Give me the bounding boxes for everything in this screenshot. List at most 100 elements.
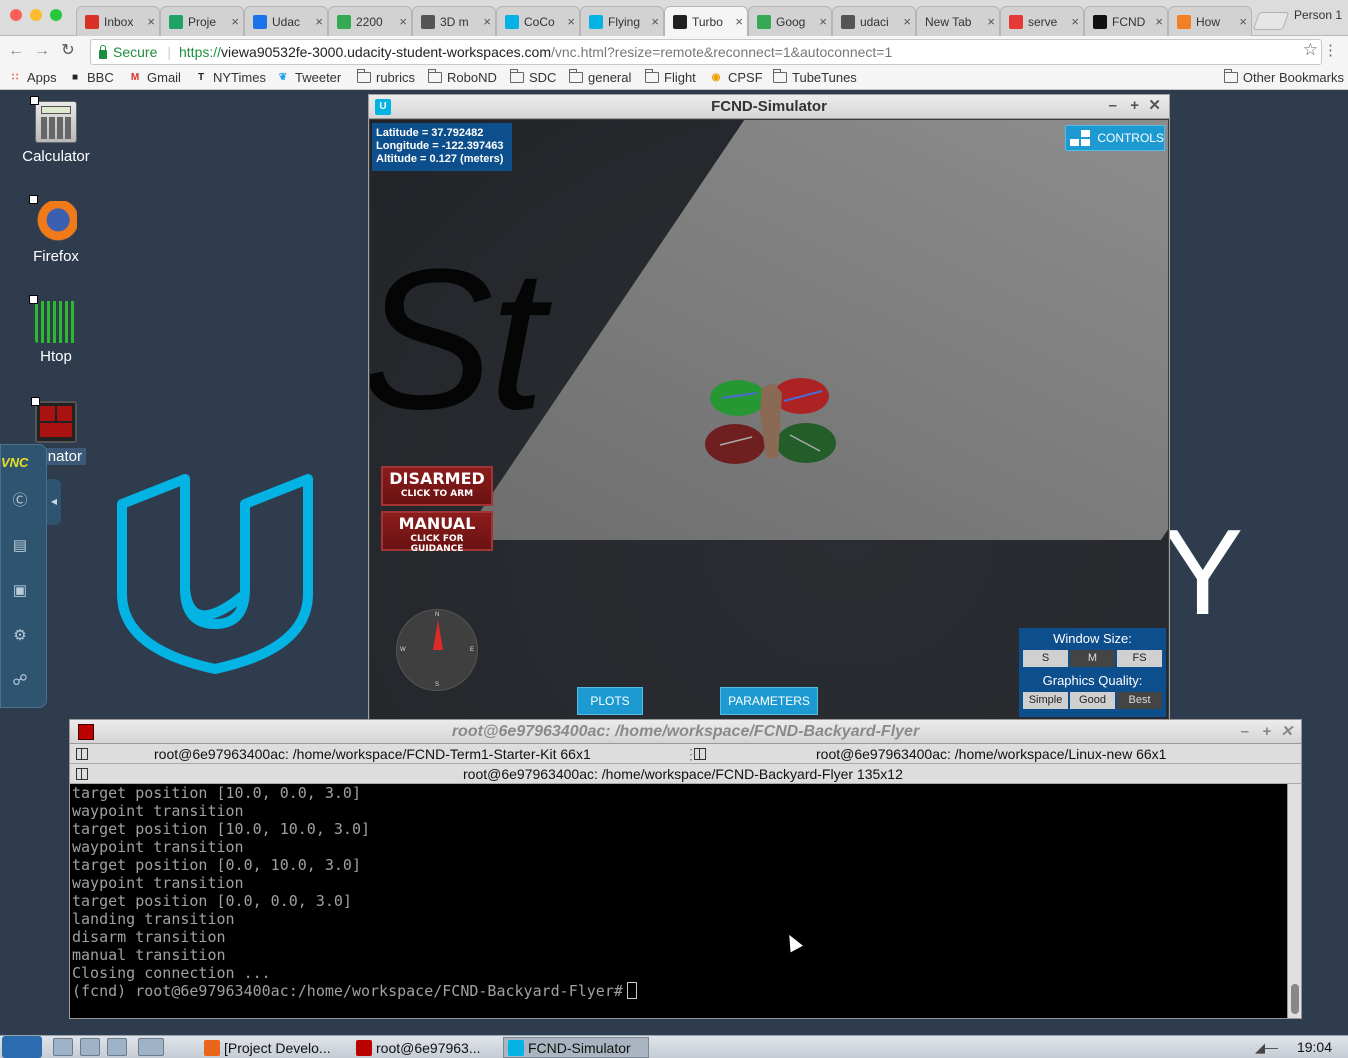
bookmark-item[interactable]: ◉ CPSF	[709, 70, 763, 85]
tab-close-icon[interactable]: ×	[1155, 14, 1163, 29]
minimize-icon[interactable]: –	[1109, 95, 1117, 117]
bookmark-item[interactable]: M Gmail	[128, 70, 181, 85]
browser-tab[interactable]: Inbox ×	[76, 6, 160, 36]
file-manager-icon[interactable]	[53, 1038, 73, 1056]
tab-close-icon[interactable]: ×	[735, 14, 743, 29]
pane-title-starter-kit[interactable]: root@6e97963400ac: /home/workspace/FCND-…	[154, 744, 591, 764]
keyboard-icon[interactable]: Ⓒ	[8, 489, 32, 513]
profile-button[interactable]: Person 1	[1294, 8, 1342, 22]
desktop-icon-firefox[interactable]: Firefox	[10, 195, 102, 265]
new-tab-button[interactable]	[1252, 12, 1290, 30]
pane-title-backyard-flyer[interactable]: root@6e97963400ac: /home/workspace/FCND-…	[463, 764, 903, 784]
browser-tab[interactable]: How ×	[1168, 6, 1252, 36]
minimize-icon[interactable]: –	[1241, 720, 1249, 744]
clipboard-icon[interactable]: ▤	[8, 534, 32, 558]
taskbar-window-button[interactable]: root@6e97963...	[352, 1037, 498, 1058]
bookmark-item[interactable]: SDC	[510, 69, 556, 85]
start-menu-button[interactable]	[2, 1036, 42, 1058]
terminal-output[interactable]: target position [10.0, 0.0, 3.0] waypoint…	[70, 784, 1301, 1018]
window-size-button-s[interactable]: S	[1023, 650, 1068, 667]
browser-tab[interactable]: serve ×	[1000, 6, 1084, 36]
window-size-button-m[interactable]: M	[1070, 650, 1115, 667]
tab-close-icon[interactable]: ×	[147, 14, 155, 29]
tab-close-icon[interactable]: ×	[1071, 14, 1079, 29]
taskbar-window-button[interactable]: [Project Develo...	[200, 1037, 348, 1058]
bookmark-item[interactable]: TubeTunes	[773, 69, 857, 85]
browser-tab[interactable]: Flying ×	[580, 6, 664, 36]
plots-button[interactable]: PLOTS	[577, 687, 643, 715]
browser-tab[interactable]: Goog ×	[748, 6, 832, 36]
reload-button[interactable]: ↻	[58, 41, 78, 61]
tab-close-icon[interactable]: ×	[567, 14, 575, 29]
close-icon[interactable]: ✕	[1280, 720, 1293, 744]
bookmark-item[interactable]: RoboND	[428, 69, 497, 85]
browser-tab[interactable]: Turbo ×	[664, 6, 748, 36]
simulator-viewport[interactable]: St Latitude = 37.792482 Longitude = -122…	[370, 120, 1168, 720]
show-desktop-icon[interactable]	[138, 1038, 164, 1056]
fullscreen-icon[interactable]: ▣	[8, 579, 32, 603]
window-minimize-button[interactable]	[30, 9, 42, 21]
terminal-group-icon[interactable]	[76, 748, 88, 760]
controls-button[interactable]: CONTROLS	[1065, 125, 1165, 151]
browser-tab[interactable]: CoCo ×	[496, 6, 580, 36]
forward-button[interactable]: →	[32, 41, 52, 61]
bookmark-item[interactable]: T NYTimes	[194, 70, 266, 85]
desktop-icon-htop[interactable]: Htop	[10, 295, 102, 365]
window-zoom-button[interactable]	[50, 9, 62, 21]
bookmark-item[interactable]: general	[569, 69, 631, 85]
terminal-prompt-line[interactable]: (fcnd) root@6e97963400ac:/home/workspace…	[72, 982, 1301, 1000]
chrome-menu-icon[interactable]: ⋮	[1323, 41, 1338, 59]
bookmark-star-icon[interactable]: ☆	[1303, 40, 1318, 60]
maximize-icon[interactable]: +	[1262, 720, 1271, 744]
other-bookmarks[interactable]: Other Bookmarks	[1223, 69, 1344, 85]
scrollbar-thumb[interactable]	[1291, 984, 1299, 1014]
browser-launcher-icon[interactable]	[80, 1038, 100, 1056]
terminal-scrollbar[interactable]	[1287, 784, 1301, 1018]
bookmark-item[interactable]: Flight	[645, 69, 696, 85]
arm-button[interactable]: DISARMED CLICK TO ARM	[381, 466, 493, 506]
tab-close-icon[interactable]: ×	[651, 14, 659, 29]
window-close-button[interactable]	[10, 9, 22, 21]
bookmark-item[interactable]: ∷ Apps	[8, 70, 57, 85]
browser-tab[interactable]: New Tab ×	[916, 6, 1000, 36]
volume-icon[interactable]: ◢—	[1255, 1040, 1278, 1056]
graphics-quality-button-good[interactable]: Good	[1070, 692, 1115, 709]
tab-close-icon[interactable]: ×	[1239, 14, 1247, 29]
terminal-launcher-icon[interactable]	[107, 1038, 127, 1056]
tab-close-icon[interactable]: ×	[483, 14, 491, 29]
browser-tab[interactable]: udaci ×	[832, 6, 916, 36]
terminal-group-icon[interactable]	[76, 768, 88, 780]
desktop-icon-calculator[interactable]: Calculator	[10, 96, 102, 165]
disconnect-icon[interactable]: ☍	[8, 669, 32, 693]
vnc-bar-toggle[interactable]: ◀	[47, 479, 61, 525]
tab-close-icon[interactable]: ×	[903, 14, 911, 29]
maximize-icon[interactable]: +	[1130, 95, 1139, 117]
guidance-mode-button[interactable]: MANUAL CLICK FOR GUIDANCE	[381, 511, 493, 554]
graphics-quality-button-best[interactable]: Best	[1117, 692, 1162, 709]
browser-tab[interactable]: 2200 ×	[328, 6, 412, 36]
close-icon[interactable]: ✕	[1148, 95, 1161, 117]
address-bar[interactable]: Secure | https://viewa90532fe-3000.udaci…	[90, 39, 1322, 65]
browser-tab[interactable]: Udac ×	[244, 6, 328, 36]
terminal-group-icon[interactable]	[694, 748, 706, 760]
browser-tab[interactable]: 3D m ×	[412, 6, 496, 36]
bookmark-item[interactable]: ❦ Tweeter	[276, 70, 341, 85]
pane-title-linux-new[interactable]: root@6e97963400ac: /home/workspace/Linux…	[816, 744, 1166, 764]
parameters-button[interactable]: PARAMETERS	[720, 687, 818, 715]
simulator-titlebar[interactable]: U FCND-Simulator – + ✕	[369, 95, 1169, 119]
tab-close-icon[interactable]: ×	[987, 14, 995, 29]
terminal-titlebar[interactable]: root@6e97963400ac: /home/workspace/FCND-…	[70, 720, 1301, 744]
tab-close-icon[interactable]: ×	[399, 14, 407, 29]
bookmark-item[interactable]: ■ BBC	[68, 70, 114, 85]
tab-close-icon[interactable]: ×	[231, 14, 239, 29]
window-size-button-fs[interactable]: FS	[1117, 650, 1162, 667]
browser-tab[interactable]: Proje ×	[160, 6, 244, 36]
back-button[interactable]: ←	[6, 41, 26, 61]
browser-tab[interactable]: FCND ×	[1084, 6, 1168, 36]
taskbar-window-button[interactable]: FCND-Simulator	[503, 1037, 649, 1058]
settings-gear-icon[interactable]: ⚙	[8, 624, 32, 648]
tab-close-icon[interactable]: ×	[819, 14, 827, 29]
tab-close-icon[interactable]: ×	[315, 14, 323, 29]
bookmark-item[interactable]: rubrics	[357, 69, 415, 85]
graphics-quality-button-simple[interactable]: Simple	[1023, 692, 1068, 709]
